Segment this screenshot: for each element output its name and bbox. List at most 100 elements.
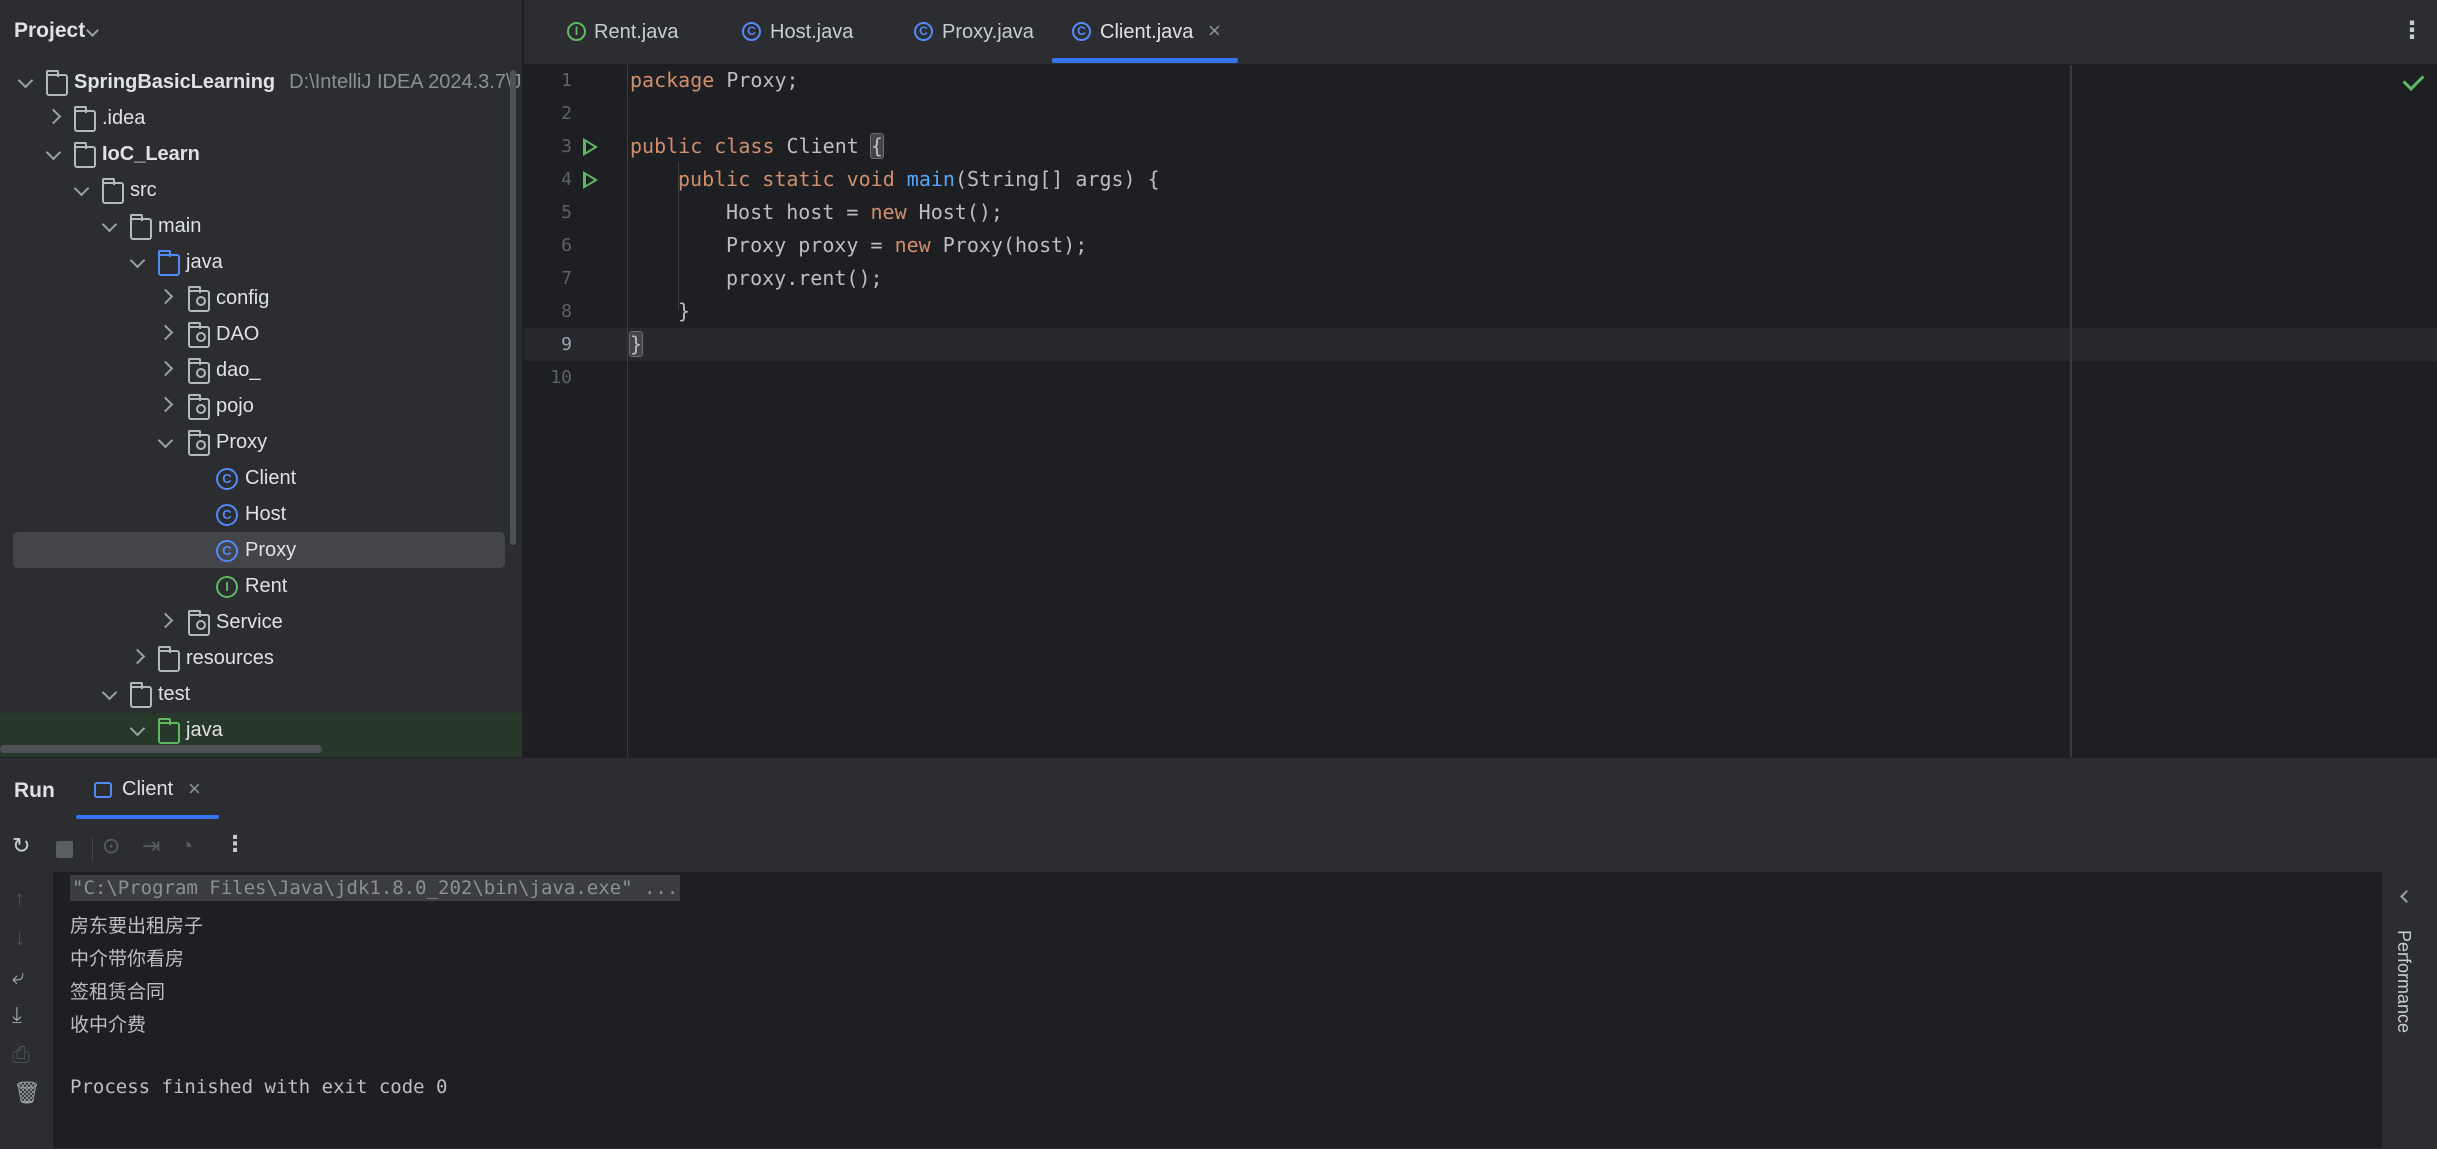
code-line-6: Proxy proxy = new Proxy(host); (726, 233, 1087, 257)
chevron-down-icon[interactable] (45, 144, 62, 161)
run-toolbar: ↻ ⊙ ⇥ ◔ ⋮ (0, 825, 2437, 872)
more-options-icon[interactable]: ⋮ (224, 831, 246, 857)
chevron-down-icon[interactable] (129, 252, 146, 269)
horizontal-scrollbar[interactable] (0, 745, 322, 753)
chevron-down-icon[interactable] (86, 24, 99, 37)
tab-label: Rent.java (594, 21, 679, 43)
tree-item-java[interactable]: java (0, 244, 522, 280)
test-folder-icon (158, 718, 180, 744)
tree-item-main[interactable]: main (0, 208, 522, 244)
active-tab-indicator (1052, 58, 1238, 63)
chevron-down-icon[interactable] (17, 72, 34, 89)
project-view-dropdown[interactable]: Project (14, 19, 85, 43)
chevron-down-icon[interactable] (101, 684, 118, 701)
code-text: Proxy; (714, 68, 799, 92)
tree-item-ioc-learn[interactable]: IoC_Learn (0, 136, 522, 172)
more-options-icon[interactable]: ⋮ (2400, 16, 2424, 45)
console-line: 中介带你看房 (70, 948, 185, 970)
tree-item-client[interactable]: C Client (0, 460, 522, 496)
run-gutter-icon[interactable] (583, 171, 598, 189)
chevron-right-icon[interactable] (157, 360, 174, 377)
current-line-highlight (524, 328, 2437, 361)
rerun-icon[interactable]: ↻ (12, 833, 30, 859)
package-icon (188, 394, 210, 420)
trash-icon[interactable]: 🗑 (13, 1080, 41, 1106)
folder-icon (130, 214, 152, 240)
console-output[interactable] (53, 872, 2381, 1148)
tab-proxy-java[interactable]: C Proxy.java (886, 0, 1034, 64)
tree-item-idea[interactable]: .idea (0, 100, 522, 136)
tree-item-label: DAO (216, 323, 260, 345)
runnable-class-icon: C (1072, 22, 1091, 41)
close-tab-icon[interactable]: × (1208, 18, 1221, 44)
code-text: Client (774, 134, 871, 158)
right-margin-guide (2070, 65, 2072, 757)
chevron-right-icon[interactable] (45, 108, 62, 125)
chevron-right-icon[interactable] (157, 324, 174, 341)
scroll-up-icon[interactable]: ↑ (14, 886, 25, 912)
matched-brace: { (869, 133, 884, 159)
scroll-to-end-icon[interactable]: ⤓ (12, 1002, 22, 1028)
soft-wrap-icon[interactable]: ⤶ (12, 964, 24, 990)
chevron-down-icon[interactable] (129, 720, 146, 737)
tree-item-resources[interactable]: resources (0, 640, 522, 676)
line-number: 5 (561, 202, 572, 223)
run-tab-client[interactable]: Client × (92, 776, 220, 812)
keyword: public static void (678, 167, 895, 191)
matched-brace: } (628, 331, 644, 357)
chevron-down-icon[interactable] (157, 432, 174, 449)
class-icon: C (742, 22, 761, 41)
code-line-4: public static void main(String[] args) { (678, 167, 1160, 191)
code-line-8: } (678, 299, 691, 323)
package-icon (188, 610, 210, 636)
tree-item-label: test (158, 683, 191, 705)
tree-item-label: Client (245, 467, 297, 489)
stop-icon[interactable] (56, 841, 73, 858)
keyword: new (894, 233, 931, 257)
tab-host-java[interactable]: C Host.java (714, 0, 853, 64)
gutter-divider (627, 65, 628, 757)
performance-tab[interactable]: Performance (2393, 930, 2414, 1033)
tree-item-dao-underscore[interactable]: dao_ (0, 352, 522, 388)
folder-icon (102, 178, 124, 204)
code-line-1: package Proxy; (630, 68, 799, 92)
tab-rent-java[interactable]: I Rent.java (544, 0, 679, 64)
tree-item-config[interactable]: config (0, 280, 522, 316)
chevron-right-icon[interactable] (157, 288, 174, 305)
tree-item-proxy-package[interactable]: Proxy (0, 424, 522, 460)
tree-item-test-java[interactable]: java (0, 712, 522, 748)
vertical-scrollbar[interactable] (510, 70, 516, 545)
chevron-down-icon[interactable] (101, 216, 118, 233)
chevron-down-icon[interactable] (73, 180, 90, 197)
chevron-left-icon[interactable] (2400, 890, 2413, 903)
console-line: "C:\Program Files\Java\jdk1.8.0_202\bin\… (70, 875, 681, 901)
code-text: (String[] args) { (954, 167, 1160, 191)
chevron-right-icon[interactable] (129, 648, 146, 665)
tree-item-label: dao_ (216, 359, 261, 381)
tree-item-src[interactable]: src (0, 172, 522, 208)
tree-item-host[interactable]: C Host (0, 496, 522, 532)
console-line: 签租赁合同 (70, 981, 166, 1003)
tree-item-pojo[interactable]: pojo (0, 388, 522, 424)
camera-icon[interactable]: ⊙ (102, 833, 120, 859)
tree-item-test[interactable]: test (0, 676, 522, 712)
close-tab-icon[interactable]: × (188, 776, 201, 802)
exit-icon[interactable]: ⇥ (142, 833, 160, 859)
tree-item-label: Rent (245, 575, 288, 597)
folder-icon (130, 682, 152, 708)
print-icon[interactable]: ⎙ (12, 1042, 30, 1068)
tree-item-service[interactable]: Service (0, 604, 522, 640)
chevron-right-icon[interactable] (157, 612, 174, 629)
tree-item-springbasiclearning[interactable]: SpringBasicLearning D:\IntelliJ IDEA 2024… (0, 64, 522, 100)
run-gutter-icon[interactable] (583, 138, 598, 156)
tree-item-label: .idea (102, 107, 146, 129)
console-line: 收中介费 (70, 1014, 147, 1036)
tree-item-dao[interactable]: DAO (0, 316, 522, 352)
chevron-right-icon[interactable] (157, 396, 174, 413)
scroll-down-icon[interactable]: ↓ (14, 925, 25, 951)
package-icon (188, 286, 210, 312)
tree-item-proxy-class[interactable]: C Proxy (0, 532, 522, 568)
tab-client-java[interactable]: C Client.java × (1052, 0, 1238, 64)
profiler-icon[interactable]: ◔ (180, 833, 193, 859)
tree-item-rent[interactable]: I Rent (0, 568, 522, 604)
